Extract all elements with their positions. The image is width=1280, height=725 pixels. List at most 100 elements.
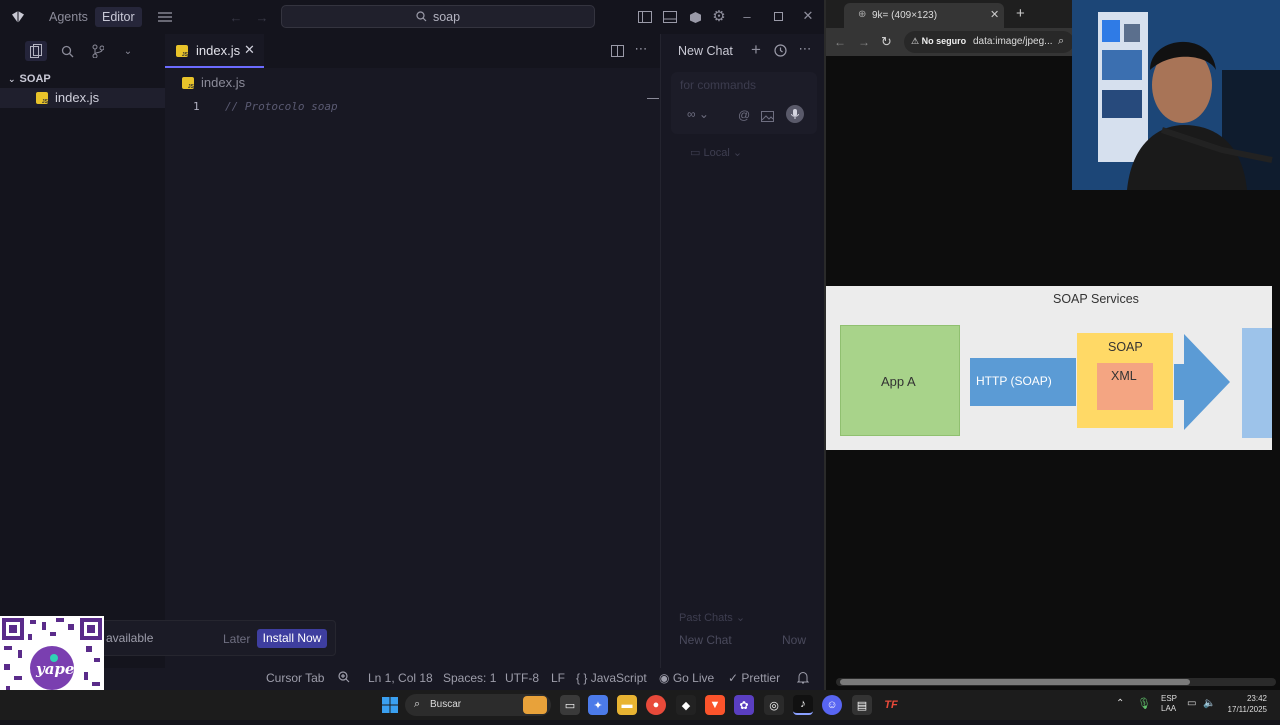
task-view-icon[interactable]: ▭ — [560, 695, 580, 715]
new-chat-tab[interactable]: New Chat — [678, 44, 733, 58]
zoom-icon[interactable] — [338, 671, 350, 686]
more-actions-icon[interactable]: ⋯ — [797, 41, 813, 57]
image-icon[interactable] — [761, 109, 774, 127]
windows-taskbar: ⌕ Buscar ▭ ✦ ▬ ● ◆ ▼ ✿ ◎ ♪ ☺ ▤ TF ⌃ 🎙 ES… — [0, 690, 1280, 720]
reload-icon[interactable]: ↻ — [881, 34, 892, 50]
notification-text: available — [106, 631, 154, 645]
app-icon-terminal[interactable]: ▤ — [852, 695, 872, 715]
search-panel-icon[interactable] — [58, 42, 76, 60]
new-tab-icon[interactable]: + — [1016, 5, 1025, 22]
taskbar-search[interactable]: ⌕ Buscar — [405, 694, 551, 716]
install-now-button[interactable]: Install Now — [257, 629, 327, 648]
cursor-app-icon[interactable]: ◆ — [676, 695, 696, 715]
github-icon[interactable]: ◎ — [764, 695, 784, 715]
cube-icon[interactable] — [687, 9, 703, 25]
more-actions-icon[interactable]: ⋯ — [633, 41, 649, 57]
chat-input-box[interactable]: for commands ∞ ⌄ @ — [671, 72, 817, 134]
code-line[interactable]: // Protocolo soap — [225, 100, 338, 113]
braces-icon: { } — [576, 671, 588, 685]
back-arrow-icon[interactable]: ← — [834, 35, 846, 49]
tab-search-icon[interactable] — [826, 0, 844, 28]
app-icon-purple[interactable]: ✿ — [734, 695, 754, 715]
app-b-box-partial — [1242, 328, 1272, 438]
close-window-icon[interactable]: ✕ — [800, 8, 816, 24]
settings-gear-icon[interactable]: ⚙ — [711, 8, 727, 25]
at-mention-icon[interactable]: @ — [738, 108, 750, 122]
history-icon[interactable] — [772, 42, 788, 58]
soap-envelope-box: SOAP XML — [1077, 333, 1173, 428]
indentation[interactable]: Spaces: 1 — [443, 671, 496, 685]
file-explorer-icon[interactable]: ▬ — [617, 695, 637, 715]
url-text: data:image/jpeg... — [973, 36, 1053, 47]
search-icon: ⌕ — [414, 698, 421, 710]
later-button[interactable]: Later — [223, 632, 250, 646]
yape-logo: yape — [36, 660, 75, 678]
scrollbar-thumb[interactable] — [840, 679, 1190, 685]
menu-icon[interactable] — [156, 9, 174, 25]
copilot-icon[interactable]: ✦ — [588, 695, 608, 715]
bell-icon[interactable] — [796, 671, 810, 687]
chat-history-item[interactable]: New Chat — [679, 633, 732, 647]
local-mode-selector[interactable]: ▭ Local ⌄ — [690, 146, 742, 159]
close-tab-icon[interactable]: ✕ — [990, 8, 999, 21]
search-icon — [416, 11, 427, 22]
http-label: HTTP (SOAP) — [976, 374, 1052, 388]
source-control-icon[interactable] — [89, 42, 107, 60]
tab-agents[interactable]: Agents — [42, 7, 95, 27]
chevron-up-icon[interactable]: ⌃ — [1116, 698, 1124, 709]
minimize-icon[interactable]: – — [739, 8, 755, 24]
chevron-down-icon[interactable]: ⌄ — [120, 42, 136, 60]
chrome-icon[interactable]: ● — [646, 695, 666, 715]
tab-editor[interactable]: Editor — [95, 7, 142, 27]
back-arrow-icon[interactable]: ← — [228, 9, 244, 25]
app-icon-tf[interactable]: TF — [881, 695, 901, 715]
close-tab-icon[interactable]: ✕ — [244, 42, 255, 58]
end-of-line[interactable]: LF — [551, 671, 565, 685]
browser-tab[interactable]: ⊕ 9k= (409×123) ✕ — [844, 3, 1004, 28]
language-indicator[interactable]: ESP LAA — [1161, 694, 1177, 714]
javascript-file-icon — [176, 45, 188, 58]
cursor-tab-status[interactable]: Cursor Tab — [266, 671, 324, 685]
tiktok-icon[interactable]: ♪ — [793, 695, 813, 715]
encoding[interactable]: UTF-8 — [505, 671, 539, 685]
toggle-panel-icon[interactable] — [662, 9, 678, 25]
language-mode[interactable]: { } JavaScript — [576, 671, 647, 685]
cursor-position[interactable]: Ln 1, Col 18 — [368, 671, 433, 685]
split-editor-icon[interactable] — [609, 43, 625, 59]
command-search-box[interactable]: soap — [281, 5, 595, 28]
breadcrumb-file[interactable]: index.js — [201, 75, 245, 90]
network-icon[interactable]: ▭ — [1187, 698, 1196, 709]
microphone-icon[interactable] — [786, 105, 804, 123]
speaker-icon[interactable]: 🔈 — [1203, 698, 1215, 709]
maximize-icon[interactable] — [770, 8, 786, 24]
address-bar[interactable]: ⚠ No seguro data:image/jpeg... — [904, 31, 1074, 53]
clock-time: 23:42 — [1246, 694, 1267, 703]
lang-line1: ESP — [1161, 694, 1178, 703]
zoom-icon[interactable]: ⌕ — [1058, 35, 1064, 48]
update-notification: available Later Install Now — [100, 620, 336, 656]
status-bar: Cursor Tab Ln 1, Col 18 Spaces: 1 UTF-8 … — [0, 668, 824, 690]
toggle-sidebar-icon[interactable] — [637, 9, 653, 25]
go-live-button[interactable]: ◉ Go Live — [659, 671, 714, 685]
horizontal-scrollbar[interactable] — [836, 678, 1276, 686]
line-number: 1 — [193, 100, 200, 113]
file-item-index-js[interactable]: index.js — [0, 88, 165, 108]
discord-icon[interactable]: ☺ — [822, 695, 842, 715]
plus-icon[interactable]: + — [748, 40, 764, 59]
browser-tab-title: 9k= (409×123) — [872, 10, 938, 21]
http-arrow-box: HTTP (SOAP) — [970, 358, 1076, 406]
microphone-icon[interactable]: 🎙 — [1137, 697, 1151, 710]
forward-arrow-icon[interactable]: → — [254, 9, 270, 25]
windows-start-icon[interactable] — [380, 695, 400, 715]
security-indicator[interactable]: ⚠ No seguro — [911, 36, 966, 47]
editor-tab-index-js[interactable]: index.js ✕ — [165, 34, 264, 68]
prettier-status[interactable]: ✓ Prettier — [728, 671, 780, 685]
code-editor[interactable]: 1 // Protocolo soap — [165, 96, 660, 668]
clock[interactable]: 23:42 17/11/2025 — [1225, 693, 1267, 715]
forward-arrow-icon[interactable]: → — [858, 35, 870, 49]
explorer-icon[interactable] — [25, 41, 47, 61]
infinity-mode-icon[interactable]: ∞ ⌄ — [687, 107, 709, 121]
brave-icon[interactable]: ▼ — [705, 695, 725, 715]
folder-soap[interactable]: ⌄ SOAP — [8, 73, 51, 85]
xml-label: XML — [1111, 369, 1137, 383]
